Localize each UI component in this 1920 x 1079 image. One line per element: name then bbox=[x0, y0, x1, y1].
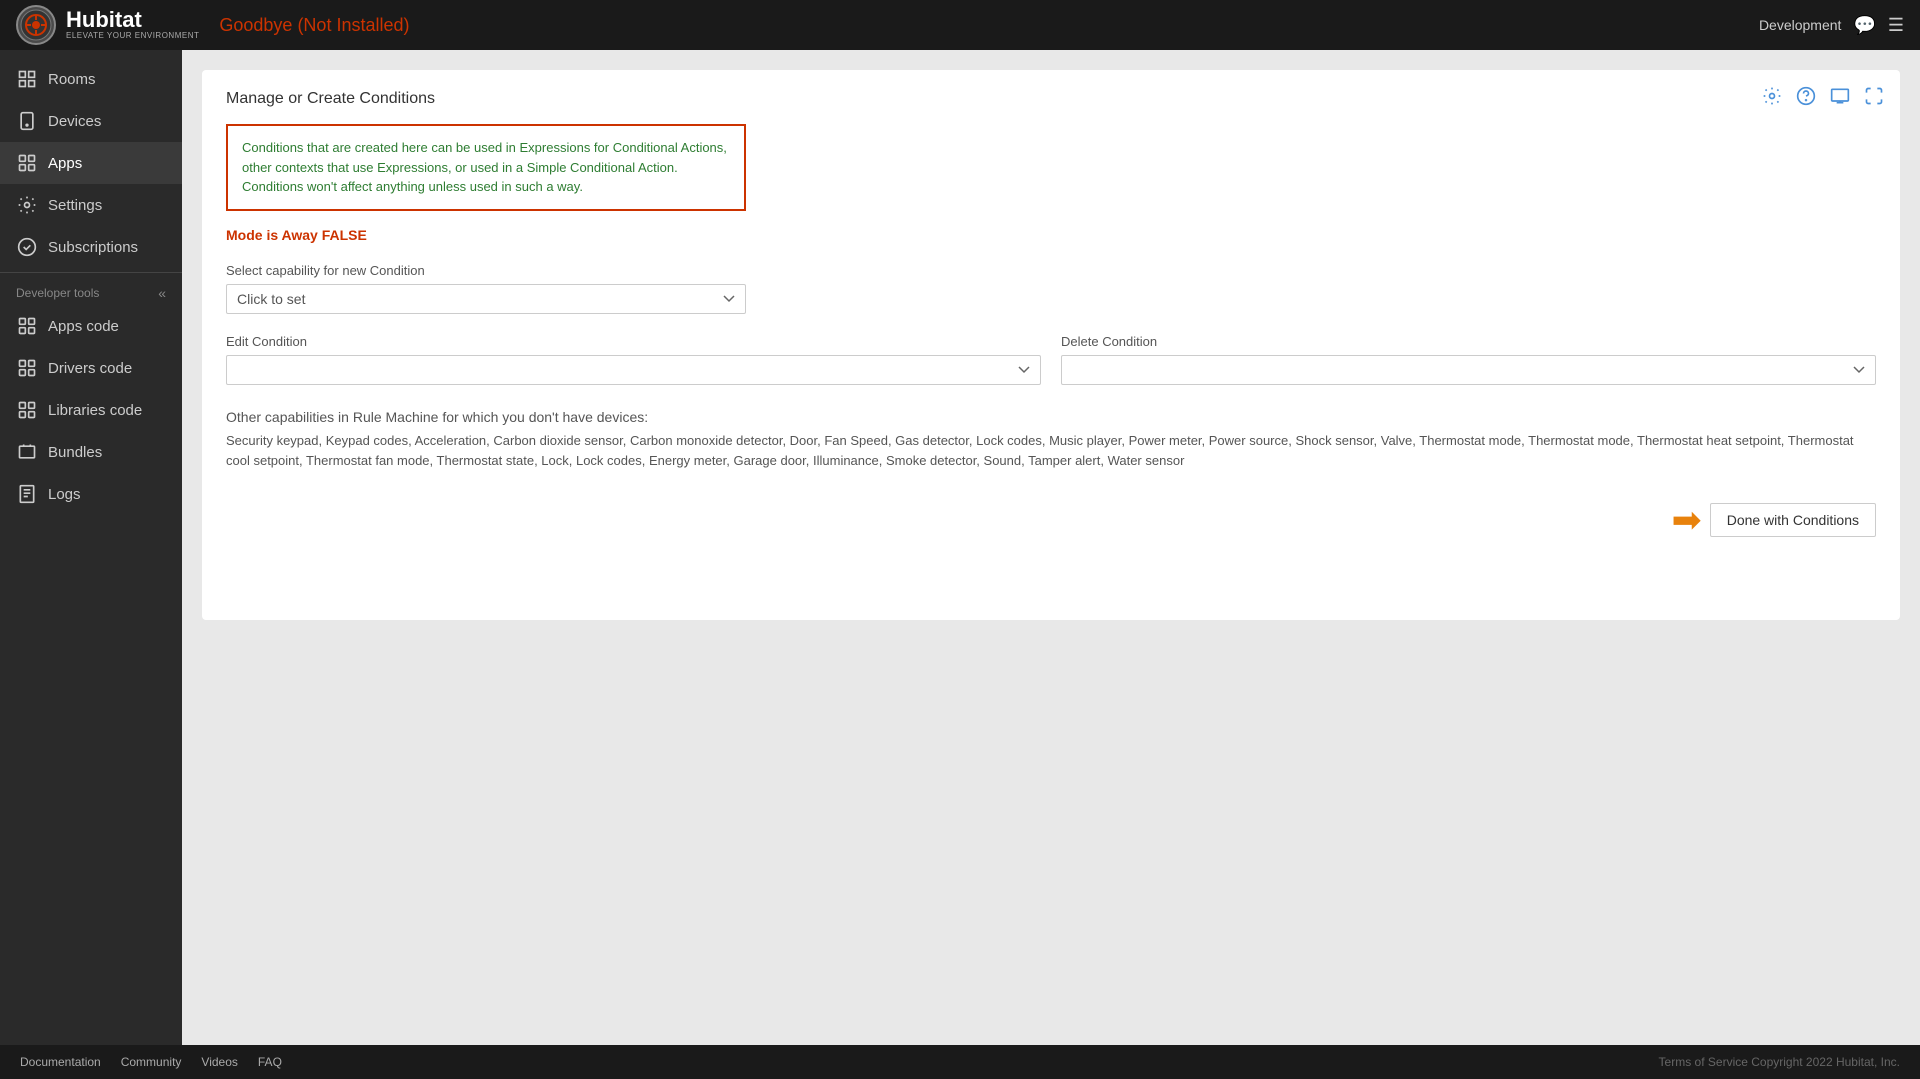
app-header: Hubitat ELEVATE YOUR ENVIRONMENT Goodbye… bbox=[0, 0, 1920, 50]
other-cap-title: Other capabilities in Rule Machine for w… bbox=[226, 409, 1876, 425]
sidebar-item-libraries-code[interactable]: Libraries code bbox=[0, 389, 182, 431]
mode-line: Mode is Away FALSE bbox=[226, 227, 1876, 243]
sidebar-item-apps[interactable]: Apps bbox=[0, 142, 182, 184]
select-capability-dropdown[interactable]: Click to set bbox=[226, 284, 746, 314]
delete-condition-col: Delete Condition bbox=[1061, 334, 1876, 385]
sidebar-drivers-code-label: Drivers code bbox=[48, 360, 132, 377]
sidebar-item-subscriptions[interactable]: Subscriptions bbox=[0, 226, 182, 268]
rooms-icon bbox=[16, 68, 38, 90]
dev-tools-label: Developer tools bbox=[16, 286, 99, 300]
mode-value: FALSE bbox=[322, 227, 367, 243]
done-row: ➡ Done with Conditions bbox=[226, 502, 1876, 538]
bundles-icon bbox=[16, 441, 38, 463]
delete-condition-dropdown[interactable] bbox=[1061, 355, 1876, 385]
sidebar-item-rooms[interactable]: Rooms bbox=[0, 58, 182, 100]
sidebar-item-drivers-code[interactable]: Drivers code bbox=[0, 347, 182, 389]
sidebar-devices-label: Devices bbox=[48, 113, 101, 130]
sidebar-subscriptions-label: Subscriptions bbox=[48, 239, 138, 256]
other-cap-text: Security keypad, Keypad codes, Accelerat… bbox=[226, 431, 1876, 473]
dev-tools-toggle-icon[interactable]: « bbox=[158, 285, 166, 301]
delete-condition-label: Delete Condition bbox=[1061, 334, 1876, 349]
footer-link-videos[interactable]: Videos bbox=[201, 1055, 237, 1069]
logo[interactable]: Hubitat ELEVATE YOUR ENVIRONMENT bbox=[16, 5, 199, 45]
app-status: (Not Installed) bbox=[297, 15, 409, 35]
footer-link-documentation[interactable]: Documentation bbox=[20, 1055, 101, 1069]
page-title: Manage or Create Conditions bbox=[226, 90, 1876, 108]
footer-link-community[interactable]: Community bbox=[121, 1055, 182, 1069]
app-name: Goodbye bbox=[219, 15, 292, 35]
card-settings-icon[interactable] bbox=[1762, 86, 1782, 111]
sidebar-item-bundles[interactable]: Bundles bbox=[0, 431, 182, 473]
sidebar-rooms-label: Rooms bbox=[48, 71, 96, 88]
card-fullscreen-icon[interactable] bbox=[1864, 86, 1884, 111]
edit-delete-row: Edit Condition Delete Condition bbox=[226, 334, 1876, 385]
mode-label-text: Mode is Away bbox=[226, 227, 318, 243]
drivers-code-icon bbox=[16, 357, 38, 379]
arrow-icon: ➡ bbox=[1672, 502, 1702, 538]
env-label: Development bbox=[1759, 17, 1842, 33]
sidebar-logs-label: Logs bbox=[48, 486, 81, 503]
sidebar: Rooms Devices Apps bbox=[0, 50, 182, 1045]
card-toolbar bbox=[1762, 86, 1884, 111]
select-cap-label: Select capability for new Condition bbox=[226, 263, 746, 278]
footer-links: Documentation Community Videos FAQ bbox=[20, 1055, 282, 1069]
other-capabilities-section: Other capabilities in Rule Machine for w… bbox=[226, 409, 1876, 473]
apps-icon bbox=[16, 152, 38, 174]
select-capability-section: Select capability for new Condition Clic… bbox=[226, 263, 746, 314]
card-help-icon[interactable] bbox=[1796, 86, 1816, 111]
sidebar-item-apps-code[interactable]: Apps code bbox=[0, 305, 182, 347]
logs-icon bbox=[16, 483, 38, 505]
content-area: Manage or Create Conditions Conditions t… bbox=[182, 50, 1920, 1045]
sidebar-item-logs[interactable]: Logs bbox=[0, 473, 182, 515]
footer-copyright: Terms of Service Copyright 2022 Hubitat,… bbox=[1659, 1055, 1900, 1069]
dev-tools-section-header: Developer tools « bbox=[0, 277, 182, 305]
sidebar-apps-code-label: Apps code bbox=[48, 318, 119, 335]
content-card: Manage or Create Conditions Conditions t… bbox=[202, 70, 1900, 620]
hubitat-logo-svg bbox=[20, 9, 52, 41]
header-right: Development 💬 ☰ bbox=[1759, 15, 1904, 36]
sidebar-item-settings[interactable]: Settings bbox=[0, 184, 182, 226]
sidebar-bundles-label: Bundles bbox=[48, 444, 102, 461]
menu-icon[interactable]: ☰ bbox=[1888, 15, 1904, 36]
page-app-title: Goodbye (Not Installed) bbox=[219, 15, 1759, 36]
logo-circle bbox=[16, 5, 56, 45]
sidebar-divider bbox=[0, 272, 182, 273]
subscriptions-icon bbox=[16, 236, 38, 258]
edit-condition-label: Edit Condition bbox=[226, 334, 1041, 349]
libraries-code-icon bbox=[16, 399, 38, 421]
sidebar-libraries-code-label: Libraries code bbox=[48, 402, 142, 419]
done-with-conditions-button[interactable]: Done with Conditions bbox=[1710, 503, 1876, 537]
settings-icon bbox=[16, 194, 38, 216]
sidebar-apps-label: Apps bbox=[48, 155, 82, 172]
devices-icon bbox=[16, 110, 38, 132]
logo-brand-name: Hubitat bbox=[66, 9, 199, 31]
info-text: Conditions that are created here can be … bbox=[242, 138, 730, 197]
info-box: Conditions that are created here can be … bbox=[226, 124, 746, 211]
footer: Documentation Community Videos FAQ Terms… bbox=[0, 1045, 1920, 1079]
edit-condition-col: Edit Condition bbox=[226, 334, 1041, 385]
footer-link-faq[interactable]: FAQ bbox=[258, 1055, 282, 1069]
logo-tagline: ELEVATE YOUR ENVIRONMENT bbox=[66, 31, 199, 41]
edit-condition-dropdown[interactable] bbox=[226, 355, 1041, 385]
notification-icon[interactable]: 💬 bbox=[1853, 15, 1875, 36]
sidebar-item-devices[interactable]: Devices bbox=[0, 100, 182, 142]
main-layout: Rooms Devices Apps bbox=[0, 50, 1920, 1045]
card-display-icon[interactable] bbox=[1830, 86, 1850, 111]
apps-code-icon bbox=[16, 315, 38, 337]
sidebar-settings-label: Settings bbox=[48, 197, 102, 214]
